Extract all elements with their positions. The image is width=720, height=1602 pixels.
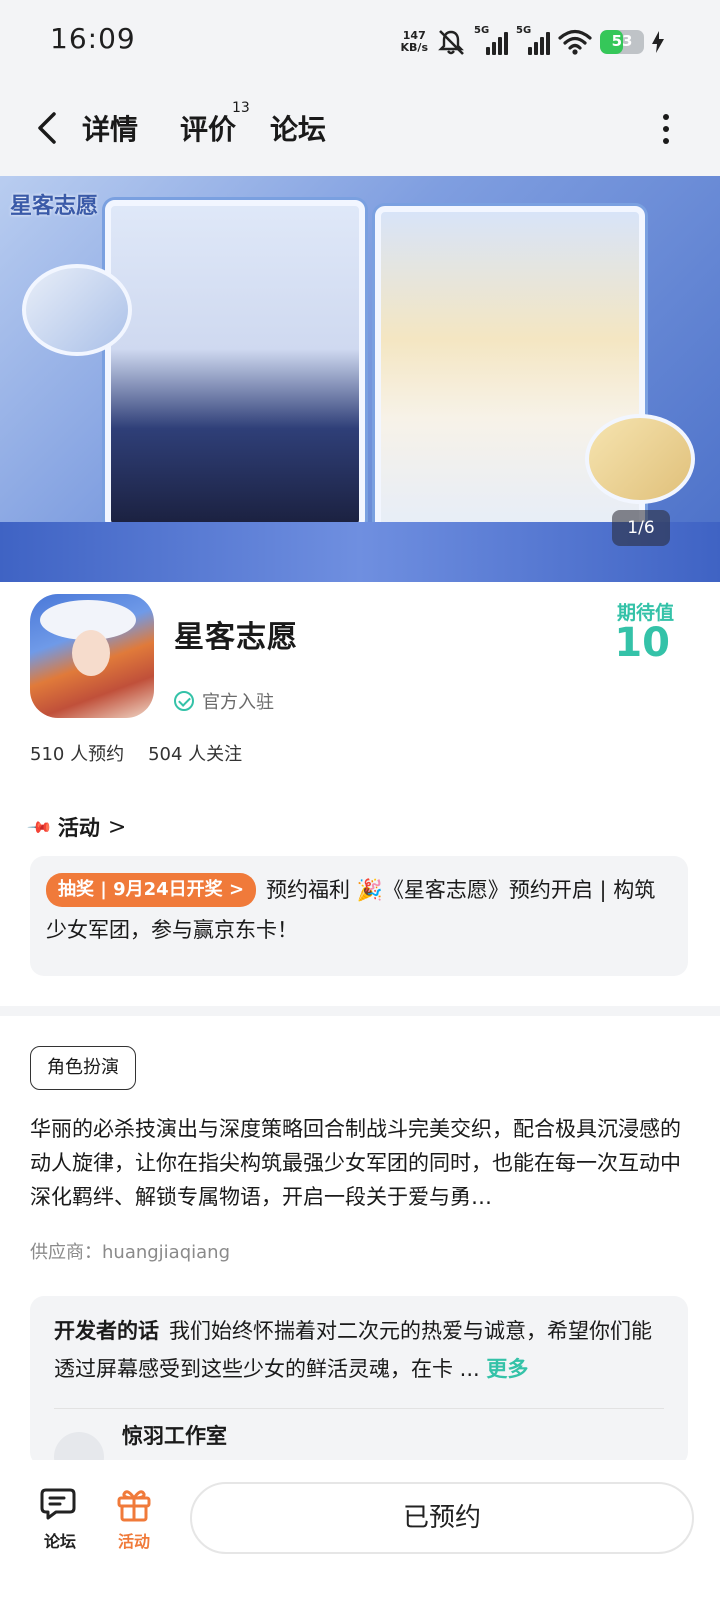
supplier-info: 供应商：huangjiaqiang (30, 1242, 231, 1263)
more-link[interactable]: 更多 (486, 1357, 528, 1381)
verified-check-icon (174, 691, 194, 711)
lottery-badge[interactable]: 抽奖 | 9月24日开奖 > (46, 873, 257, 907)
official-label: 官方入驻 (202, 692, 274, 713)
banner-logo: 星客志愿 (10, 193, 99, 219)
bottom-forum-button[interactable]: 论坛 (30, 1486, 90, 1552)
activity-card[interactable]: 抽奖 | 9月24日开奖 > 预约福利 🎉《星客志愿》预约开启 | 构筑少女军团，… (30, 856, 688, 976)
developer-card: 开发者的话 我们始终怀揣着对二次元的热爱与诚意，希望你们能透过屏幕感受到这些少女的… (30, 1296, 688, 1482)
back-icon[interactable] (30, 108, 66, 148)
status-icons: 147 KB/s 5G 5G 53 (401, 22, 664, 62)
banner-portrait-right (585, 414, 695, 504)
bottom-activity-button[interactable]: 活动 (104, 1486, 164, 1552)
tab-forum[interactable]: 论坛 (270, 108, 326, 148)
net-speed: 147 KB/s (401, 30, 428, 54)
banner-carousel[interactable]: 星客志愿 1/6 (0, 176, 720, 582)
activity-section-header[interactable]: 📌 活动 > (26, 812, 127, 842)
developer-divider (54, 1408, 664, 1409)
pin-icon: 📌 (26, 813, 54, 841)
tab-review[interactable]: 评价 13 (180, 100, 250, 148)
tab-detail[interactable]: 详情 (80, 108, 141, 150)
app-stats: 510 人预约 504 人关注 (30, 740, 242, 766)
more-menu-icon[interactable] (662, 114, 670, 144)
battery-icon: 53 (600, 30, 644, 54)
chevron-right-icon: > (107, 814, 127, 840)
app-icon (30, 594, 154, 718)
section-divider (0, 1006, 720, 1016)
official-badge: 官方入驻 (174, 688, 274, 714)
genre-tag[interactable]: 角色扮演 (30, 1046, 136, 1090)
review-count: 13 (232, 100, 250, 116)
reserved-button[interactable]: 已预约 (190, 1482, 694, 1554)
developer-message: 开发者的话 我们始终怀揣着对二次元的热爱与诚意，希望你们能透过屏幕感受到这些少女的… (54, 1312, 664, 1388)
gift-icon (117, 1490, 151, 1522)
follower-count: 504 人关注 (148, 744, 243, 765)
banner-portrait-left (22, 264, 132, 356)
bottom-activity-label: 活动 (117, 1532, 150, 1551)
charging-icon (652, 31, 664, 53)
app-name: 星客志愿 (174, 620, 298, 655)
reservation-count: 510 人预约 (30, 744, 125, 765)
bottom-forum-label: 论坛 (43, 1532, 76, 1551)
forum-chat-icon (40, 1488, 76, 1520)
net-speed-unit: KB/s (400, 41, 428, 54)
banner-counter-current: 1 (627, 518, 639, 538)
bottom-action-bar: 论坛 活动 已预约 (0, 1460, 720, 1602)
signal-icon-sim1: 5G (474, 25, 508, 57)
wifi-icon (558, 29, 592, 55)
activity-title: 活动 (57, 816, 100, 840)
expect-value: 10 (614, 620, 670, 666)
banner-character-card-left (105, 200, 365, 530)
battery-level: 53 (611, 32, 633, 50)
tab-forum-label: 论坛 (270, 113, 327, 146)
studio-name[interactable]: 惊羽工作室 (122, 1420, 227, 1450)
developer-title: 开发者的话 (54, 1319, 159, 1343)
tab-detail-label: 详情 (82, 113, 139, 146)
banner-counter-total: 6 (643, 518, 655, 538)
signal-icon-sim2: 5G (516, 25, 550, 57)
mute-icon (438, 30, 464, 55)
tab-review-label: 评价 (180, 113, 237, 146)
game-description[interactable]: 华丽的必杀技演出与深度策略回合制战斗完美交织，配合极具沉浸感的动人旋律，让你在指… (30, 1112, 690, 1216)
banner-page-counter: 1/6 (612, 510, 670, 546)
top-nav: 详情 评价 13 论坛 (0, 80, 720, 176)
status-bar: 16:09 147 KB/s 5G 5G 53 (0, 0, 720, 80)
status-time: 16:09 (50, 22, 136, 55)
